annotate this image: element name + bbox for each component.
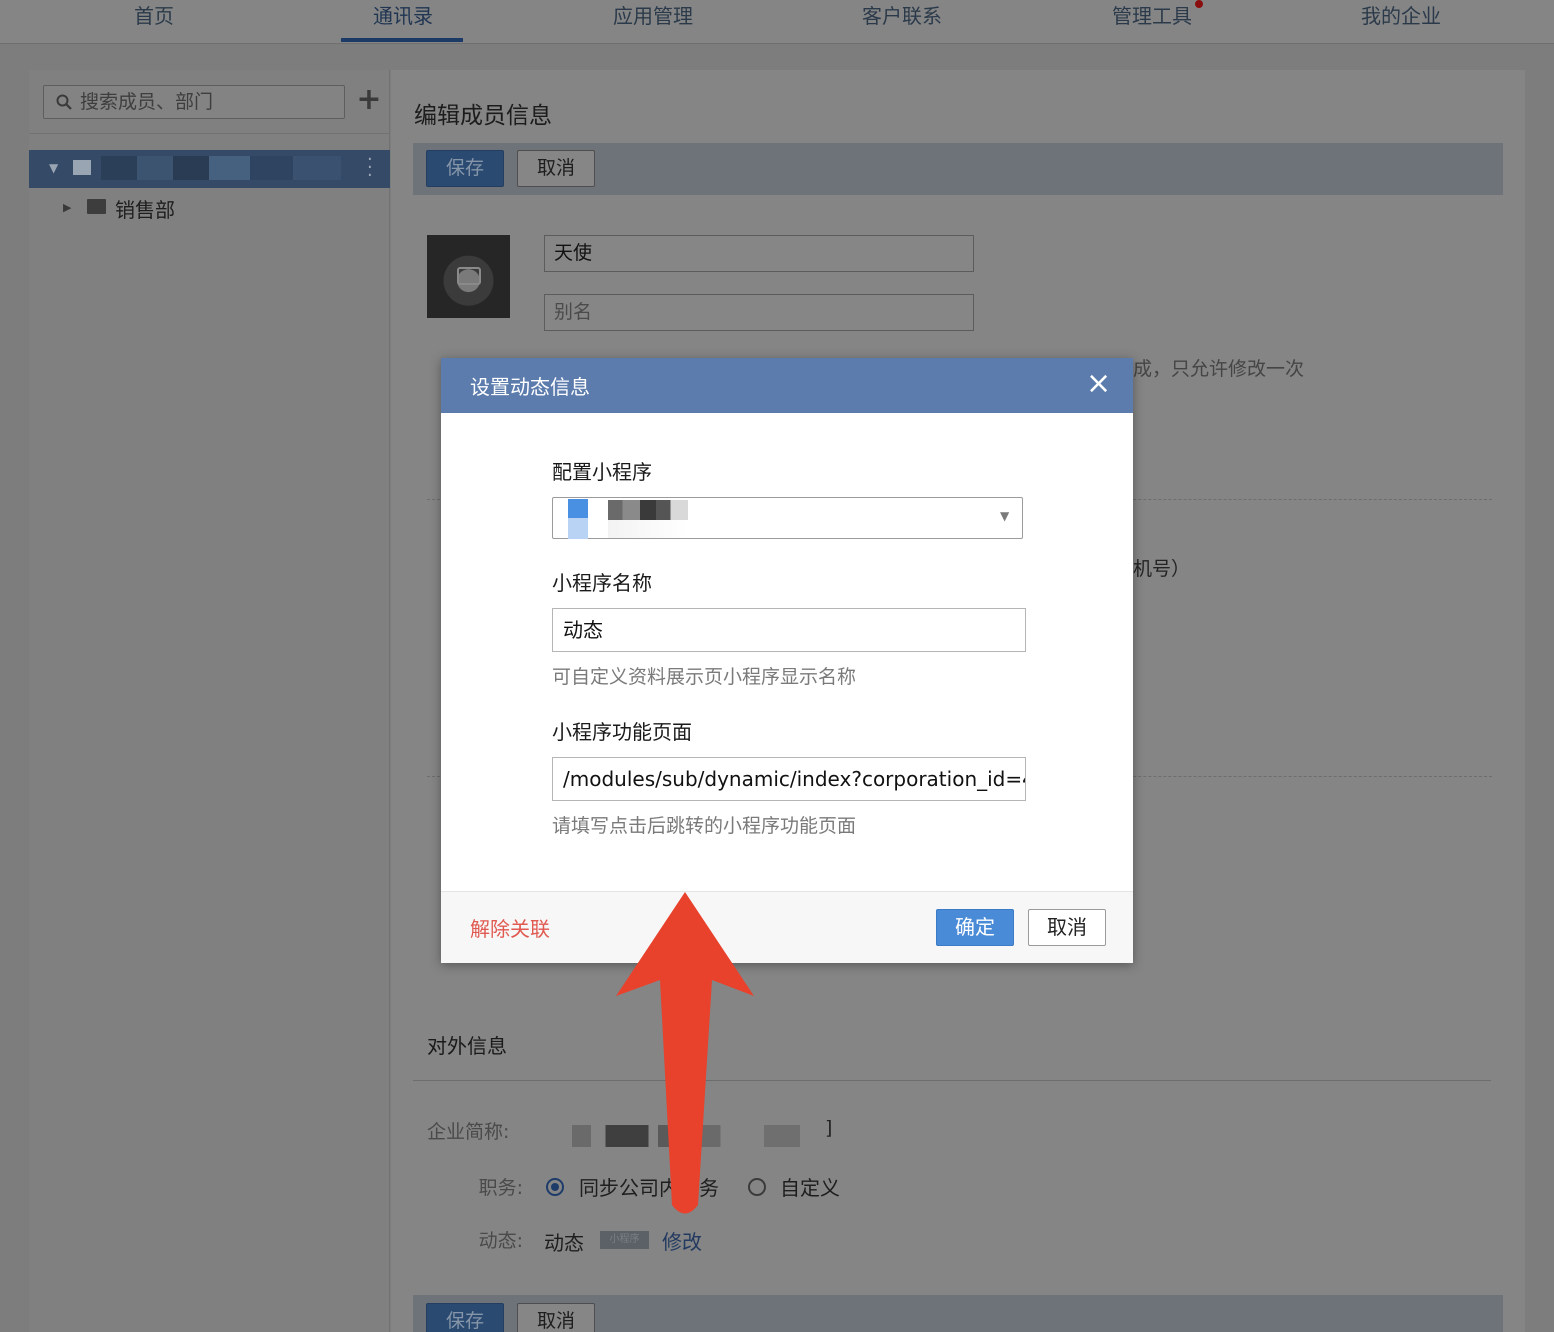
toolbar: 保存 取消 (413, 143, 1503, 195)
miniprogram-name-hint: 可自定义资料展示页小程序显示名称 (552, 666, 857, 688)
corp-short-tail: ] (825, 1117, 833, 1139)
confirm-button[interactable]: 确定 (936, 909, 1014, 946)
department-label: 销售部 (115, 198, 175, 222)
miniprogram-page-input[interactable]: /modules/sub/dynamic/index?corporation_i… (552, 757, 1026, 801)
bottom-toolbar: 保存 取消 (413, 1295, 1503, 1332)
cancel-button[interactable]: 取消 (517, 150, 595, 187)
department-item[interactable]: ▶ 销售部 (29, 192, 390, 224)
notification-dot (1195, 0, 1203, 8)
department-root[interactable]: ▼ · · · (29, 150, 390, 188)
top-nav: 首页 通讯录 应用管理 客户联系 管理工具 我的企业 (0, 0, 1554, 44)
corp-short-label: 企业简称: (427, 1121, 510, 1143)
save-button[interactable]: 保存 (426, 150, 504, 187)
redacted-department-name (101, 156, 341, 180)
dialog-title: 设置动态信息 (470, 375, 590, 399)
miniprogram-name-input[interactable]: 动态 (552, 608, 1026, 652)
nav-home[interactable]: 首页 (74, 0, 234, 44)
account-hint-text: 成，只允许修改一次 (1133, 358, 1305, 380)
nav-active-indicator (341, 38, 463, 42)
plus-icon[interactable]: + (356, 85, 382, 115)
name-field[interactable]: 天使 (544, 235, 974, 272)
miniprogram-badge: 小程序 (600, 1231, 649, 1249)
redacted-app-name (608, 500, 688, 520)
position-sync-radio[interactable] (546, 1178, 564, 1196)
miniprogram-select[interactable]: ▼ (552, 497, 1023, 539)
divider (413, 1080, 1491, 1081)
close-icon[interactable]: × (1086, 369, 1111, 400)
alias-field[interactable]: 别名 (544, 294, 974, 331)
dynamic-edit-link[interactable]: 修改 (662, 1226, 702, 1255)
dynamic-label: 动态: (478, 1230, 523, 1252)
dialog-header: 设置动态信息 × (441, 358, 1133, 413)
nav-my-company[interactable]: 我的企业 (1321, 0, 1481, 44)
department-sidebar: + ▼ ··· ▶ 销售部 (29, 70, 390, 1332)
search-box[interactable] (43, 85, 345, 119)
avatar[interactable] (427, 235, 510, 318)
miniprogram-page-label: 小程序功能页面 (552, 720, 692, 744)
page-title: 编辑成员信息 (414, 103, 552, 129)
nav-admin-tools[interactable]: 管理工具 (1072, 0, 1232, 44)
phone-hint-text: 机号） (1133, 558, 1191, 580)
unlink-button[interactable]: 解除关联 (470, 913, 550, 942)
search-input[interactable] (80, 89, 335, 115)
dialog-cancel-button[interactable]: 取消 (1028, 909, 1106, 946)
position-label: 职务: (478, 1177, 523, 1199)
camera-icon (457, 267, 481, 285)
dynamic-value: 动态 (544, 1231, 584, 1255)
annotation-arrow-icon (616, 892, 754, 1214)
miniprogram-app-icon (568, 499, 588, 539)
caret-right-icon[interactable]: ▶ (63, 201, 71, 214)
folder-icon (73, 160, 91, 175)
search-icon (56, 94, 72, 110)
position-custom-label[interactable]: 自定义 (780, 1172, 840, 1201)
nav-customer-contact[interactable]: 客户联系 (822, 0, 982, 44)
folder-icon (87, 199, 106, 214)
miniprogram-name-label: 小程序名称 (552, 571, 652, 595)
redacted-app-name-lower (608, 520, 688, 538)
more-icon[interactable]: · · · (367, 151, 373, 185)
save-button-bottom[interactable]: 保存 (426, 1303, 504, 1332)
caret-down-icon[interactable]: ▼ (49, 161, 58, 175)
dialog-footer: 解除关联 确定 取消 (441, 892, 1133, 963)
dynamic-info-dialog: 设置动态信息 × 配置小程序 ▼ 小程序名称 动态 可自定义资料展示页小程序显示… (441, 358, 1133, 963)
divider (29, 133, 390, 134)
nav-app-management[interactable]: 应用管理 (573, 0, 733, 44)
external-info-title: 对外信息 (427, 1034, 507, 1058)
config-miniprogram-label: 配置小程序 (552, 460, 652, 484)
caret-down-icon[interactable]: ▼ (1000, 509, 1009, 523)
cancel-button-bottom[interactable]: 取消 (517, 1303, 595, 1332)
miniprogram-page-hint: 请填写点击后跳转的小程序功能页面 (552, 815, 857, 837)
